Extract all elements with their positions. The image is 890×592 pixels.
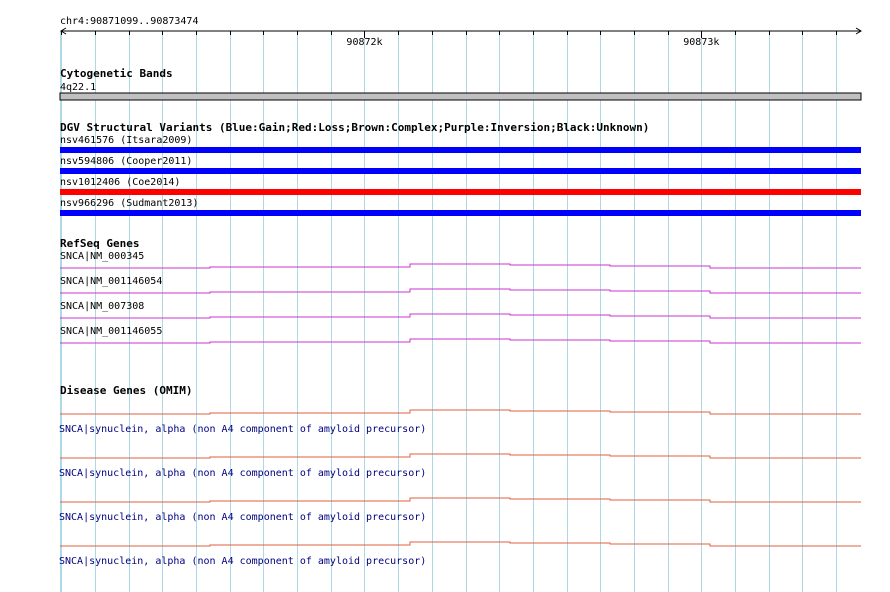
dgv-variant-bar[interactable] (60, 147, 861, 153)
dgv-item-label: nsv594806 (Cooper2011) (60, 156, 192, 167)
refseq-gene-label: SNCA|NM_001146054 (60, 276, 162, 287)
refseq-gene-line[interactable] (60, 313, 861, 319)
ruler: chr4:90871099..90873474 90872k 90873k (60, 16, 862, 48)
omim-gene-label: SNCA|synuclein, alpha (non A4 component … (59, 468, 426, 479)
refseq-track-title: RefSeq Genes (60, 237, 139, 250)
refseq-gene[interactable]: SNCA|NM_001146054 (60, 276, 861, 294)
refseq-gene[interactable]: SNCA|NM_001146055 (60, 326, 861, 344)
refseq-track: RefSeq Genes SNCA|NM_000345 SNCA|NM_0011… (60, 237, 861, 344)
refseq-gene-line[interactable] (60, 338, 861, 344)
refseq-gene-line[interactable] (60, 288, 861, 294)
ruler-location: chr4:90871099..90873474 (60, 16, 198, 27)
omim-track-title: Disease Genes (OMIM) (60, 384, 192, 397)
ruler-tick-label: 90872k (346, 37, 382, 48)
omim-gene[interactable]: SNCA|synuclein, alpha (non A4 component … (59, 409, 861, 435)
omim-gene-label: SNCA|synuclein, alpha (non A4 component … (59, 424, 426, 435)
refseq-gene-line[interactable] (60, 263, 861, 269)
omim-gene[interactable]: SNCA|synuclein, alpha (non A4 component … (59, 497, 861, 523)
omim-gene-label: SNCA|synuclein, alpha (non A4 component … (59, 512, 426, 523)
omim-track: Disease Genes (OMIM) SNCA|synuclein, alp… (59, 384, 861, 567)
omim-gene[interactable]: SNCA|synuclein, alpha (non A4 component … (59, 541, 861, 567)
cytoband-label: 4q22.1 (60, 82, 96, 93)
cytoband-track-title: Cytogenetic Bands (60, 67, 173, 80)
genome-browser: chr4:90871099..90873474 90872k 90873k Cyt… (59, 16, 862, 592)
ruler-ticks (61, 31, 837, 38)
cytoband-track: Cytogenetic Bands 4q22.1 (59, 67, 862, 101)
dgv-track: DGV Structural Variants (Blue:Gain;Red:L… (60, 121, 861, 216)
omim-gene-line[interactable] (60, 453, 861, 459)
dgv-item[interactable]: nsv594806 (Cooper2011) (60, 156, 861, 174)
dgv-variant-bar[interactable] (60, 210, 861, 216)
dgv-item[interactable]: nsv461576 (Itsara2009) (60, 135, 861, 153)
omim-gene[interactable]: SNCA|synuclein, alpha (non A4 component … (59, 453, 861, 479)
omim-gene-line[interactable] (60, 497, 861, 503)
dgv-item-label: nsv966296 (Sudmant2013) (60, 198, 198, 209)
omim-gene-line[interactable] (60, 541, 861, 547)
ruler-tick-label: 90873k (683, 37, 719, 48)
refseq-gene-label: SNCA|NM_007308 (60, 301, 144, 312)
refseq-gene[interactable]: SNCA|NM_007308 (60, 301, 861, 319)
dgv-item-label: nsv1012406 (Coe2014) (60, 177, 180, 188)
refseq-gene[interactable]: SNCA|NM_000345 (60, 251, 861, 269)
omim-gene-line[interactable] (60, 409, 861, 415)
dgv-item[interactable]: nsv966296 (Sudmant2013) (60, 198, 861, 216)
dgv-variant-bar[interactable] (60, 189, 861, 195)
dgv-track-title: DGV Structural Variants (Blue:Gain;Red:L… (60, 121, 649, 134)
dgv-item-label: nsv461576 (Itsara2009) (60, 135, 192, 146)
dgv-item[interactable]: nsv1012406 (Coe2014) (60, 177, 861, 195)
refseq-gene-label: SNCA|NM_001146055 (60, 326, 162, 337)
ruler-tick-labels: 90872k 90873k (346, 37, 719, 48)
cytoband-bar[interactable] (59, 92, 862, 101)
grid-lines (60, 31, 837, 592)
refseq-gene-label: SNCA|NM_000345 (60, 251, 144, 262)
omim-gene-label: SNCA|synuclein, alpha (non A4 component … (59, 556, 426, 567)
dgv-variant-bar[interactable] (60, 168, 861, 174)
